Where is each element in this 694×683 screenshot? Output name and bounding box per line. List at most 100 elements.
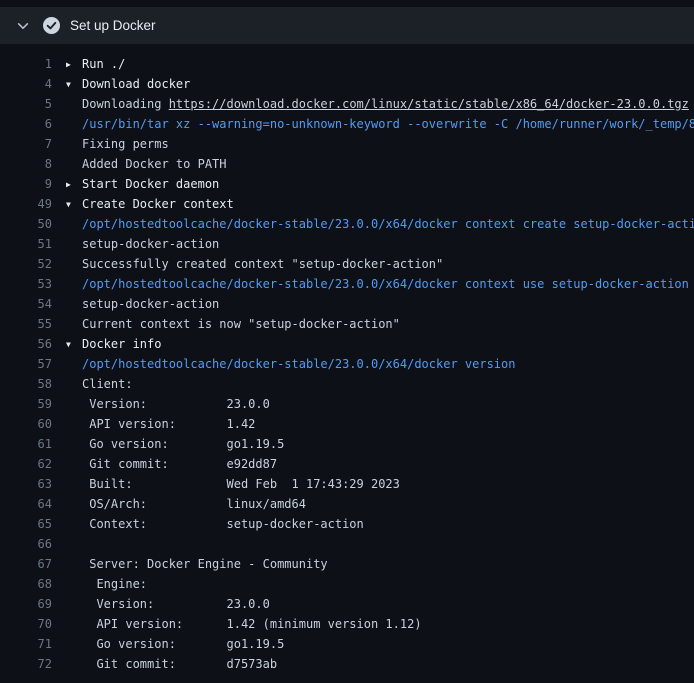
log-line-content: Version: 23.0.0 (66, 394, 270, 414)
log-text: Client: (82, 377, 133, 391)
line-number[interactable]: 61 (0, 434, 52, 454)
log-line: 72 Git commit: d7573ab (0, 654, 694, 674)
log-line-content: setup-docker-action (66, 294, 219, 314)
group-label: Create Docker context (82, 197, 234, 211)
command-text: /opt/hostedtoolcache/docker-stable/23.0.… (82, 277, 689, 291)
log-text: Version: 23.0.0 (82, 397, 270, 411)
log-line: 64 OS/Arch: linux/amd64 (0, 494, 694, 514)
log-text: OS/Arch: linux/amd64 (82, 497, 306, 511)
log-line-content: ▼Docker info (66, 334, 161, 354)
status-check-icon (43, 17, 60, 34)
command-text: /usr/bin/tar xz --warning=no-unknown-key… (82, 117, 694, 131)
log-text: Git commit: d7573ab (82, 657, 277, 671)
log-line-content: API version: 1.42 (minimum version 1.12) (66, 614, 422, 634)
log-line-content: Current context is now "setup-docker-act… (66, 314, 400, 334)
log-line: 1 ▶Run ./ (0, 54, 694, 74)
step-title: Set up Docker (70, 18, 156, 33)
line-number[interactable]: 4 (0, 74, 52, 94)
log-line: 71 Go version: go1.19.5 (0, 634, 694, 654)
line-number[interactable]: 62 (0, 454, 52, 474)
line-number[interactable]: 58 (0, 374, 52, 394)
line-number[interactable]: 65 (0, 514, 52, 534)
line-number[interactable]: 57 (0, 354, 52, 374)
line-number[interactable]: 71 (0, 634, 52, 654)
line-number[interactable]: 55 (0, 314, 52, 334)
log-text: Go version: go1.19.5 (82, 437, 284, 451)
log-line: 54 setup-docker-action (0, 294, 694, 314)
line-number[interactable]: 9 (0, 174, 52, 194)
command-text: /opt/hostedtoolcache/docker-stable/23.0.… (82, 357, 515, 371)
line-number[interactable]: 72 (0, 654, 52, 674)
log-line: 51 setup-docker-action (0, 234, 694, 254)
line-number[interactable]: 63 (0, 474, 52, 494)
log-text: API version: 1.42 (minimum version 1.12) (82, 617, 422, 631)
line-number[interactable]: 1 (0, 54, 52, 74)
log-line-content: Built: Wed Feb 1 17:43:29 2023 (66, 474, 400, 494)
line-number[interactable]: 60 (0, 414, 52, 434)
log-line: 70 API version: 1.42 (minimum version 1.… (0, 614, 694, 634)
log-line-content: /opt/hostedtoolcache/docker-stable/23.0.… (66, 354, 515, 374)
log-text: Context: setup-docker-action (82, 517, 364, 531)
line-number[interactable]: 67 (0, 554, 52, 574)
log-line: 59 Version: 23.0.0 (0, 394, 694, 414)
log-url-link[interactable]: https://download.docker.com/linux/static… (169, 97, 689, 111)
log-text: Current context is now "setup-docker-act… (82, 317, 400, 331)
log-line-content: Server: Docker Engine - Community (66, 554, 328, 574)
log-line: 66 (0, 534, 694, 554)
log-viewer: 1▶Run ./4▼Download docker5Downloading ht… (0, 44, 694, 674)
group-label: Run ./ (82, 57, 125, 71)
group-label: Docker info (82, 337, 161, 351)
line-number[interactable]: 68 (0, 574, 52, 594)
log-line-content: /opt/hostedtoolcache/docker-stable/23.0.… (66, 274, 689, 294)
chevron-down-icon[interactable] (16, 19, 30, 33)
line-number[interactable]: 66 (0, 534, 52, 554)
group-expand-icon[interactable]: ▶ (66, 175, 82, 194)
log-text: Built: Wed Feb 1 17:43:29 2023 (82, 477, 400, 491)
line-number[interactable]: 59 (0, 394, 52, 414)
step-header[interactable]: Set up Docker (0, 7, 694, 44)
group-expand-icon[interactable]: ▶ (66, 55, 82, 74)
log-line-content: Engine: (66, 574, 147, 594)
line-number[interactable]: 49 (0, 194, 52, 214)
log-line: 53/opt/hostedtoolcache/docker-stable/23.… (0, 274, 694, 294)
log-line-content: ▼Create Docker context (66, 194, 234, 214)
line-number[interactable]: 52 (0, 254, 52, 274)
line-number[interactable]: 51 (0, 234, 52, 254)
log-line-content: Git commit: e92dd87 (66, 454, 277, 474)
line-number[interactable]: 69 (0, 594, 52, 614)
log-line: 9 ▶Start Docker daemon (0, 174, 694, 194)
log-line-content: Downloading https://download.docker.com/… (66, 94, 689, 114)
log-text: API version: 1.42 (82, 417, 255, 431)
group-collapse-icon[interactable]: ▼ (66, 335, 82, 354)
log-text: setup-docker-action (82, 237, 219, 251)
line-number[interactable]: 7 (0, 134, 52, 154)
log-line: 56 ▼Docker info (0, 334, 694, 354)
log-line-content: Context: setup-docker-action (66, 514, 364, 534)
log-line: 58 Client: (0, 374, 694, 394)
log-line: 4 ▼Download docker (0, 74, 694, 94)
log-line-content: Fixing perms (66, 134, 169, 154)
log-line-content: Go version: go1.19.5 (66, 434, 284, 454)
group-label: Download docker (82, 77, 190, 91)
log-line: 50/opt/hostedtoolcache/docker-stable/23.… (0, 214, 694, 234)
line-number[interactable]: 53 (0, 274, 52, 294)
line-number[interactable]: 56 (0, 334, 52, 354)
log-line: 7 Fixing perms (0, 134, 694, 154)
log-line: 8Added Docker to PATH (0, 154, 694, 174)
line-number[interactable]: 6 (0, 114, 52, 134)
line-number[interactable]: 54 (0, 294, 52, 314)
log-line: 5 Downloading https://download.docker.com… (0, 94, 694, 114)
line-number[interactable]: 70 (0, 614, 52, 634)
line-number[interactable]: 5 (0, 94, 52, 114)
line-number[interactable]: 64 (0, 494, 52, 514)
log-text: setup-docker-action (82, 297, 219, 311)
log-line-content: /usr/bin/tar xz --warning=no-unknown-key… (66, 114, 694, 134)
log-text: Server: Docker Engine - Community (82, 557, 328, 571)
log-line: 65 Context: setup-docker-action (0, 514, 694, 534)
group-collapse-icon[interactable]: ▼ (66, 195, 82, 214)
log-line-content: ▶Start Docker daemon (66, 174, 219, 194)
line-number[interactable]: 8 (0, 154, 52, 174)
line-number[interactable]: 50 (0, 214, 52, 234)
log-text: Go version: go1.19.5 (82, 637, 284, 651)
group-collapse-icon[interactable]: ▼ (66, 75, 82, 94)
